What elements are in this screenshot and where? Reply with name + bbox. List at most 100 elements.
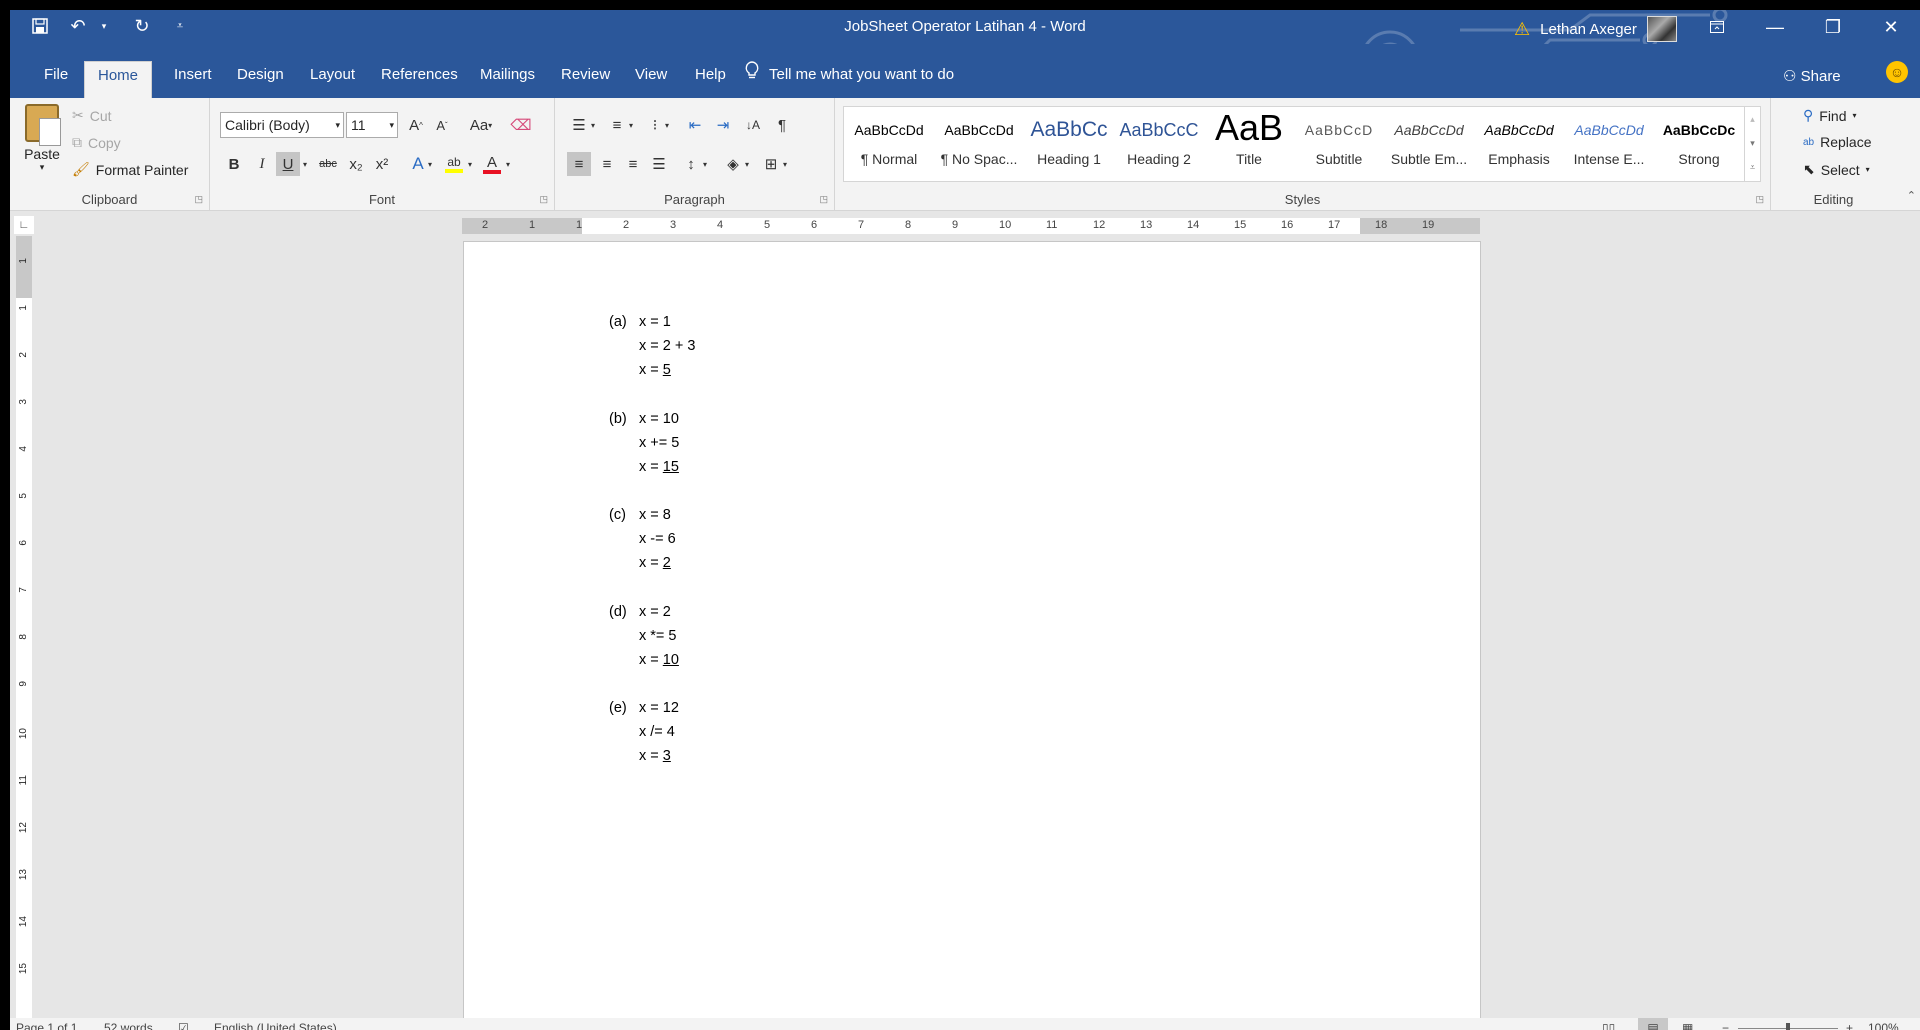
word-count[interactable]: 52 words <box>104 1021 153 1030</box>
clear-formatting-icon[interactable]: ⌫ <box>509 113 533 137</box>
ruler-number: 11 <box>18 775 29 786</box>
font-size-select[interactable]: 11 ▾ <box>346 112 398 138</box>
align-right-icon[interactable]: ≡ <box>621 152 645 176</box>
ruler-number: 1 <box>18 258 29 264</box>
ruler-number: 18 <box>1375 219 1388 231</box>
restore-icon[interactable]: ❐ <box>1804 10 1862 44</box>
paragraph-launcher-icon[interactable]: ◳ <box>819 194 828 205</box>
shading-dropdown-icon[interactable]: ▾ <box>741 152 753 176</box>
subscript-button[interactable]: x₂ <box>344 152 368 176</box>
font-family-select[interactable]: Calibri (Body) ▾ <box>220 112 344 138</box>
tab-file[interactable]: File <box>34 61 78 89</box>
underline-button[interactable]: U <box>276 152 300 176</box>
style-intense-emphasis[interactable]: AaBbCcDd Intense E... <box>1564 107 1654 181</box>
font-color-dropdown-icon[interactable]: ▾ <box>502 152 514 176</box>
line-spacing-dropdown-icon[interactable]: ▾ <box>699 152 711 176</box>
style-subtitle[interactable]: AaBbCcD Subtitle <box>1294 107 1384 181</box>
paste-dropdown-icon[interactable]: ▾ <box>20 162 64 173</box>
tab-references[interactable]: References <box>371 61 468 89</box>
cursor-icon: ⬉ <box>1803 161 1815 177</box>
superscript-button[interactable]: x² <box>370 152 394 176</box>
find-button[interactable]: ⚲ Find ▾ <box>1803 107 1857 124</box>
web-layout-icon[interactable]: ▦ <box>1682 1021 1693 1030</box>
font-color-button[interactable]: A <box>480 152 504 176</box>
numbering-dropdown-icon[interactable]: ▾ <box>625 113 637 137</box>
justify-icon[interactable]: ☰ <box>647 152 671 176</box>
minimize-icon[interactable]: — <box>1746 10 1804 44</box>
style-normal[interactable]: AaBbCcDd ¶ Normal <box>844 107 934 181</box>
tab-review[interactable]: Review <box>551 61 620 89</box>
underline-dropdown-icon[interactable]: ▾ <box>298 152 312 176</box>
proofing-icon[interactable]: ☑ <box>178 1021 189 1030</box>
feedback-smiley-icon[interactable]: ☺ <box>1886 61 1908 83</box>
style-no-spacing[interactable]: AaBbCcDd ¶ No Spac... <box>934 107 1024 181</box>
shrink-font-icon[interactable]: Aˇ <box>430 113 454 137</box>
grow-font-icon[interactable]: A ^ <box>404 113 428 137</box>
cut-button[interactable]: ✂ Cut <box>72 107 112 124</box>
style-emphasis[interactable]: AaBbCcDd Emphasis <box>1474 107 1564 181</box>
ribbon-display-options-icon[interactable] <box>1688 10 1746 44</box>
tab-mailings[interactable]: Mailings <box>470 61 545 89</box>
share-button[interactable]: ⚇ Share <box>1783 63 1841 91</box>
tab-help[interactable]: Help <box>685 61 736 89</box>
highlight-dropdown-icon[interactable]: ▾ <box>464 152 476 176</box>
borders-dropdown-icon[interactable]: ▾ <box>779 152 791 176</box>
change-case-button[interactable]: Aa ▾ <box>464 113 498 137</box>
more-styles-icon[interactable]: ⩡ <box>1745 155 1760 179</box>
style-title[interactable]: AaB Title <box>1204 107 1294 181</box>
strikethrough-button[interactable]: abc <box>316 152 340 176</box>
styles-launcher-icon[interactable]: ◳ <box>1755 194 1764 205</box>
select-button[interactable]: ⬉ Select ▾ <box>1803 161 1870 178</box>
font-color-icon: A <box>486 153 497 171</box>
avatar[interactable] <box>1646 16 1677 42</box>
vertical-ruler[interactable]: 1 1 2 3 4 5 6 7 8 9 10 11 12 13 14 15 <box>16 236 32 1030</box>
multilevel-dropdown-icon[interactable]: ▾ <box>661 113 673 137</box>
clipboard-launcher-icon[interactable]: ◳ <box>194 194 203 205</box>
zoom-out-icon[interactable]: − <box>1722 1021 1729 1030</box>
scroll-up-icon[interactable]: ▴ <box>1745 107 1760 131</box>
style-heading-1[interactable]: AaBbCc Heading 1 <box>1024 107 1114 181</box>
tab-insert[interactable]: Insert <box>164 61 222 89</box>
ruler-number: 5 <box>764 219 771 231</box>
zoom-in-icon[interactable]: + <box>1846 1021 1853 1030</box>
horizontal-ruler[interactable]: 2 1 1 2 3 4 5 6 7 8 9 10 11 12 13 14 15 16 17 18 19 <box>462 218 1480 234</box>
scroll-down-icon[interactable]: ▾ <box>1745 131 1760 155</box>
align-center-icon[interactable]: ≡ <box>595 152 619 176</box>
decrease-indent-icon[interactable]: ⇤ <box>683 113 707 137</box>
tab-layout[interactable]: Layout <box>300 61 365 89</box>
page-count[interactable]: Page 1 of 1 <box>16 1021 77 1030</box>
highlight-color-button[interactable]: ab <box>442 152 466 176</box>
pilcrow-icon[interactable]: ¶ <box>770 113 794 137</box>
tab-design[interactable]: Design <box>227 61 294 89</box>
bold-button[interactable]: B <box>222 152 246 176</box>
document-page[interactable]: (a) x = 1 x = 2 + 3 x = 5 (b) x = 10 x += … <box>463 241 1481 1021</box>
increase-indent-icon[interactable]: ⇥ <box>711 113 735 137</box>
close-icon[interactable]: ✕ <box>1862 10 1920 44</box>
result-prefix: x = <box>639 555 663 571</box>
collapse-ribbon-icon[interactable]: ⌃ <box>1907 189 1916 202</box>
align-left-icon[interactable]: ≡ <box>567 152 591 176</box>
style-strong[interactable]: AaBbCcDc Strong <box>1654 107 1744 181</box>
read-mode-icon[interactable]: ▯▯ <box>1602 1021 1615 1030</box>
replace-button[interactable]: ab Replace <box>1803 134 1872 150</box>
bullets-dropdown-icon[interactable]: ▾ <box>587 113 599 137</box>
print-layout-icon[interactable]: ▤ <box>1638 1018 1668 1030</box>
tab-view[interactable]: View <box>625 61 677 89</box>
italic-button[interactable]: I <box>250 152 274 176</box>
format-painter-button[interactable]: 🖌 Format Painter <box>72 161 188 178</box>
sort-icon[interactable]: ↓A <box>741 113 765 137</box>
exercise-label: (c) <box>609 507 626 523</box>
font-launcher-icon[interactable]: ◳ <box>539 194 548 205</box>
copy-button[interactable]: ⧉ Copy <box>72 134 121 151</box>
paste-button[interactable]: Paste ▾ <box>20 104 64 173</box>
tab-selector[interactable]: ∟ <box>14 216 34 234</box>
tell-me-search[interactable]: Tell me what you want to do <box>745 61 954 89</box>
language[interactable]: English (United States) <box>214 1021 337 1030</box>
style-subtle-emphasis[interactable]: AaBbCcDd Subtle Em... <box>1384 107 1474 181</box>
text-effects-dropdown-icon[interactable]: ▾ <box>424 152 436 176</box>
zoom-level[interactable]: 100% <box>1868 1021 1899 1030</box>
style-heading-2[interactable]: AaBbCcC Heading 2 <box>1114 107 1204 181</box>
user-account[interactable]: ⚠ Lethan Axeger <box>1514 16 1677 42</box>
tab-home[interactable]: Home <box>84 61 153 98</box>
zoom-slider-thumb[interactable] <box>1786 1023 1790 1030</box>
